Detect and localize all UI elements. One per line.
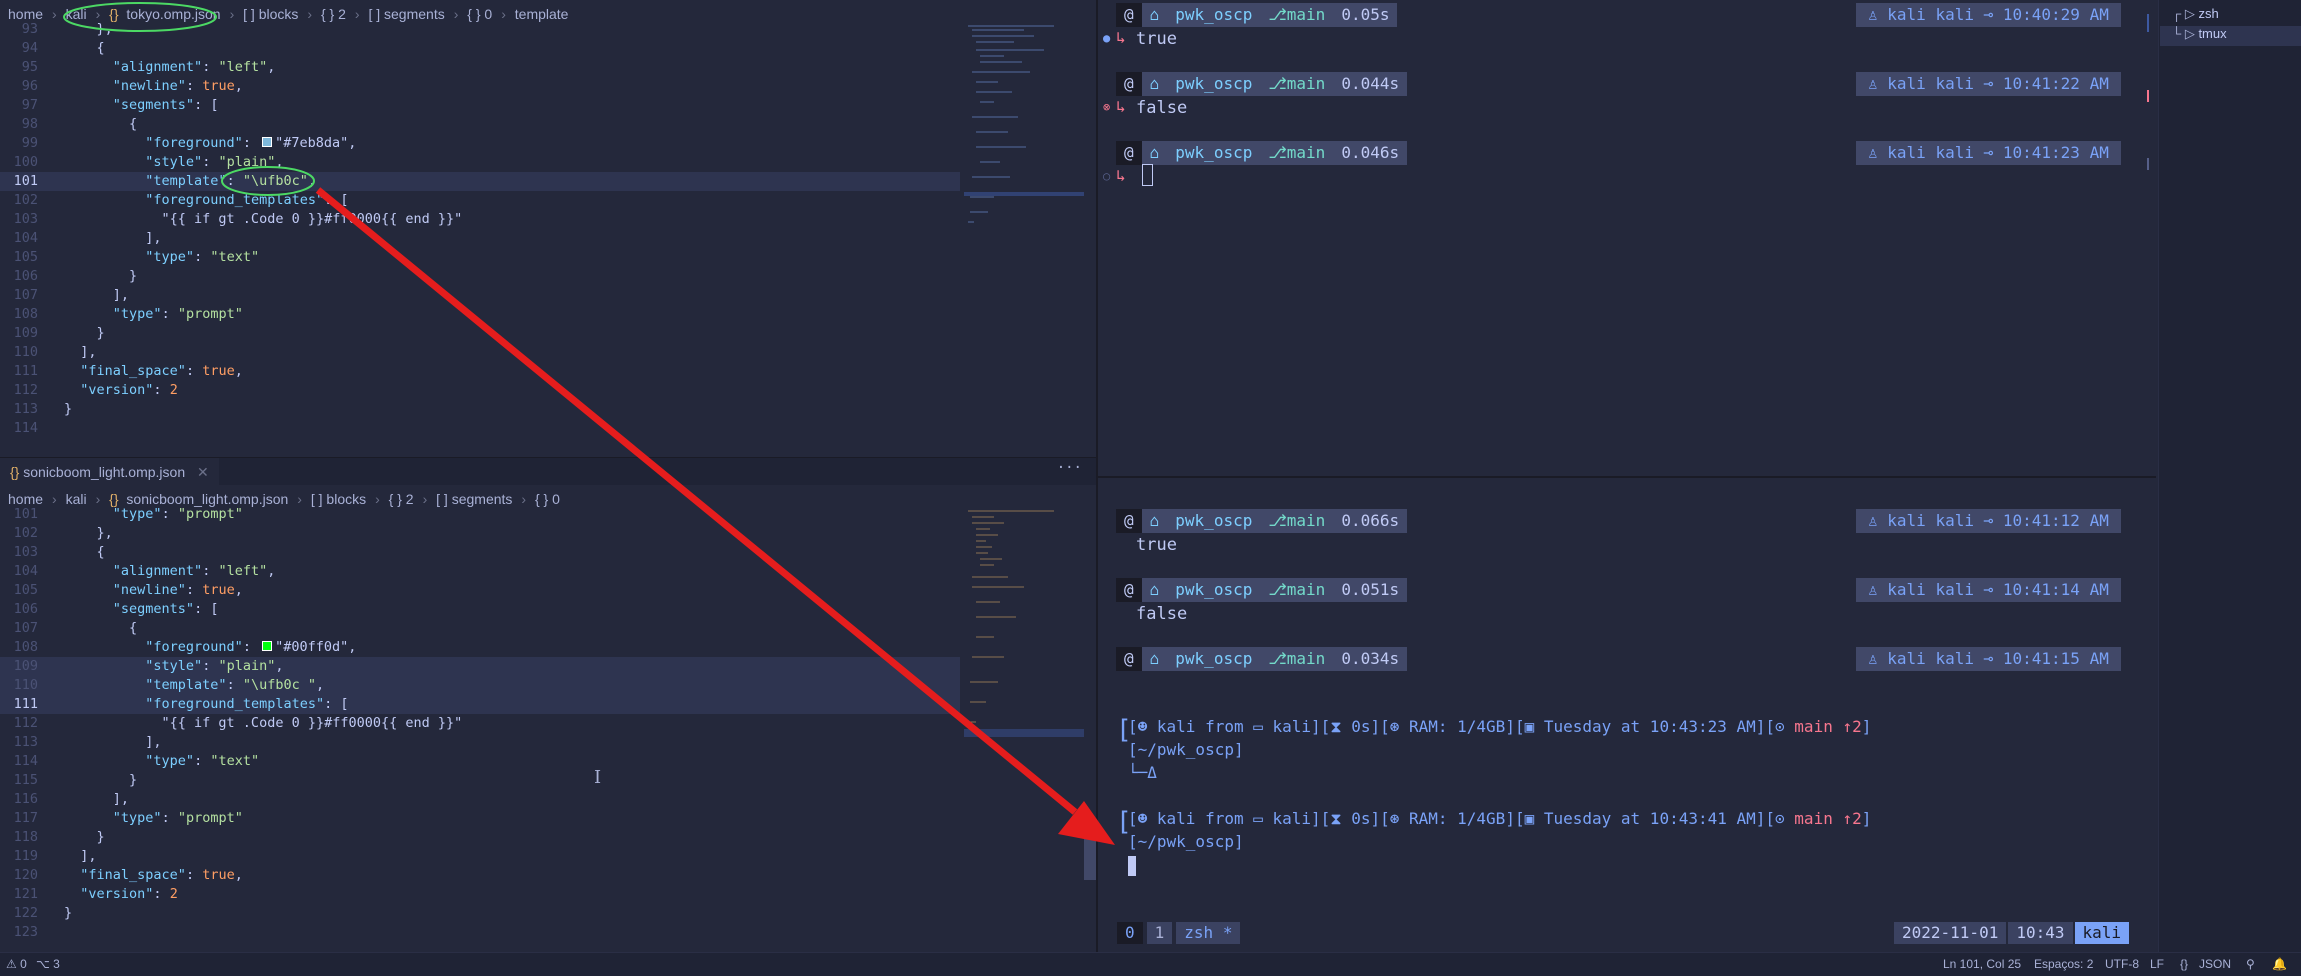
encoding[interactable]: UTF-8 bbox=[2105, 957, 2139, 971]
indentation[interactable]: Espaços: 2 bbox=[2034, 957, 2093, 971]
problems-indicator[interactable]: ⚠ 0 bbox=[6, 957, 27, 971]
status-bar: ⚠ 0 ⌥ 3 Ln 101, Col 25 Espaços: 2 UTF-8 … bbox=[0, 952, 2301, 976]
ports-indicator[interactable]: ⌥ 3 bbox=[36, 957, 60, 971]
annotation-arrow bbox=[315, 187, 1115, 845]
line-ending[interactable]: LF bbox=[2150, 957, 2164, 971]
bell-icon[interactable]: 🔔 bbox=[2272, 957, 2287, 971]
feedback-icon[interactable]: ⚲ bbox=[2246, 957, 2255, 971]
braces-icon: {} bbox=[2180, 957, 2189, 971]
cursor-position[interactable]: Ln 101, Col 25 bbox=[1943, 957, 2021, 971]
language-mode[interactable]: JSON bbox=[2199, 957, 2231, 971]
